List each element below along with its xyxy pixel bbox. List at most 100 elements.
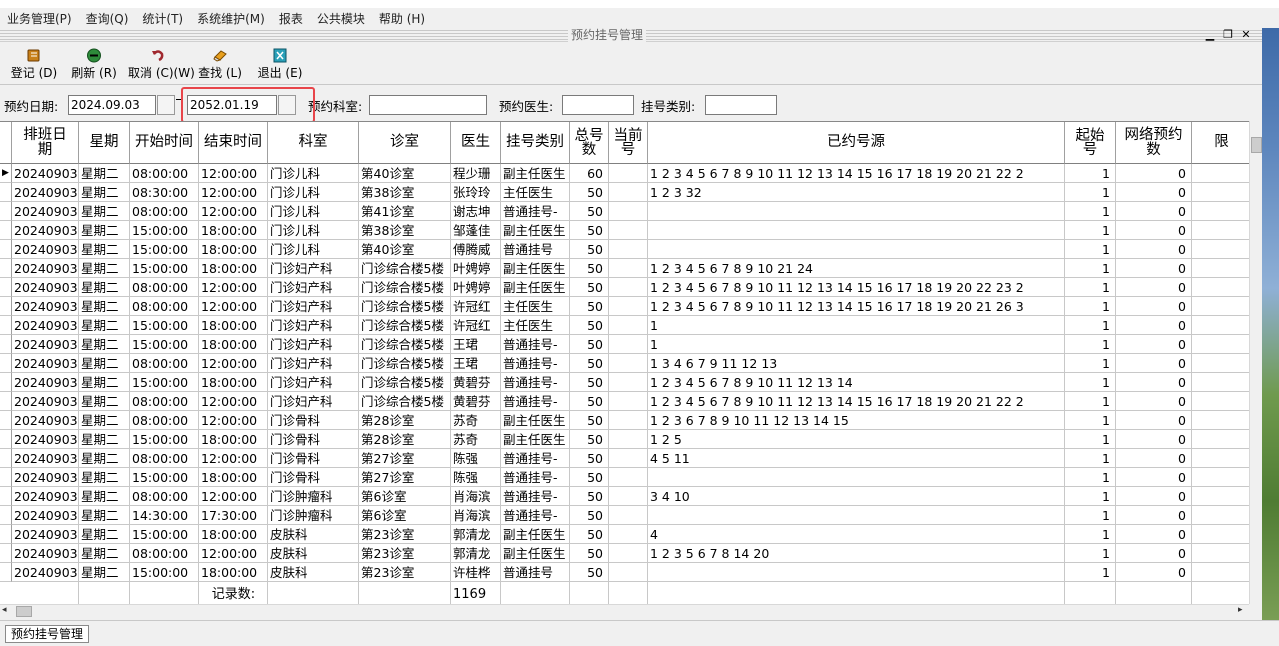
row-selector[interactable]: [0, 392, 12, 411]
scroll-right-arrow-icon[interactable]: ▸: [1238, 605, 1243, 615]
column-header[interactable]: 起始号: [1065, 122, 1116, 164]
menu-item-5[interactable]: 公共模块: [310, 10, 372, 27]
table-cell: [609, 392, 648, 411]
table-cell: 18:00:00: [199, 430, 268, 449]
menu-item-3[interactable]: 系统维护(M): [190, 10, 272, 27]
table-cell: 第27诊室: [359, 468, 451, 487]
table-cell: 门诊肿瘤科: [268, 506, 359, 525]
row-selector[interactable]: [0, 316, 12, 335]
table-cell: 普通挂号-: [501, 354, 570, 373]
table-cell: 0: [1116, 316, 1192, 335]
column-header[interactable]: 排班日期: [12, 122, 79, 164]
row-selector[interactable]: [0, 354, 12, 373]
table-cell: 星期二: [79, 316, 130, 335]
scroll-left-arrow-icon[interactable]: ◂: [2, 605, 7, 615]
row-selector[interactable]: [0, 202, 12, 221]
table-cell: 20240903: [12, 221, 79, 240]
toolbar-button-1[interactable]: 刷新 (R): [64, 46, 124, 84]
column-divider: [1064, 582, 1065, 604]
row-selector[interactable]: [0, 297, 12, 316]
toolbar-button-4[interactable]: 退出 (E): [250, 46, 310, 84]
row-selector[interactable]: [0, 221, 12, 240]
horizontal-scroll-thumb[interactable]: [16, 606, 32, 617]
row-selector[interactable]: [0, 278, 12, 297]
close-button[interactable]: ✕: [1239, 28, 1253, 42]
row-selector[interactable]: [0, 411, 12, 430]
row-selector[interactable]: [0, 544, 12, 563]
column-header[interactable]: 科室: [268, 122, 359, 164]
doctor-input[interactable]: [562, 95, 634, 115]
column-header[interactable]: 挂号类别: [501, 122, 570, 164]
table-cell: 20240903: [12, 297, 79, 316]
date-from-dropdown[interactable]: [157, 95, 175, 115]
toolbar-button-2[interactable]: 取消 (C)(W): [128, 46, 195, 84]
row-selector[interactable]: [0, 487, 12, 506]
row-selector[interactable]: [0, 335, 12, 354]
table-cell: 门诊综合楼5楼: [359, 354, 451, 373]
menu-item-1[interactable]: 查询(Q): [79, 10, 136, 27]
column-header-label: 起始号: [1075, 127, 1105, 158]
row-selector[interactable]: [0, 563, 12, 582]
tab-appointment-management[interactable]: 预约挂号管理: [5, 625, 90, 643]
row-selector[interactable]: ▶: [0, 164, 12, 183]
table-cell: 1: [1065, 525, 1116, 544]
table-cell: 50: [570, 316, 609, 335]
table-cell: [1192, 506, 1252, 525]
table-cell: 0: [1116, 354, 1192, 373]
horizontal-scrollbar[interactable]: ◂ ▸: [0, 604, 1249, 618]
table-cell: 陈强: [451, 449, 501, 468]
table-cell: 50: [570, 278, 609, 297]
table-cell: 0: [1116, 430, 1192, 449]
menu-item-2[interactable]: 统计(T): [135, 10, 190, 27]
column-header[interactable]: 总号数: [570, 122, 609, 164]
table-cell: 门诊综合楼5楼: [359, 297, 451, 316]
toolbar-button-3[interactable]: 查找 (L): [190, 46, 250, 84]
menu-item-4[interactable]: 报表: [272, 10, 310, 27]
date-from-input[interactable]: 2024.09.03: [68, 95, 156, 115]
column-header[interactable]: 星期: [79, 122, 130, 164]
table-cell: [1192, 335, 1252, 354]
restore-button[interactable]: ❐: [1221, 28, 1235, 42]
toolbar: 登记 (D) 刷新 (R) 取消 (C)(W) 查找 (L) 退出 (E): [0, 43, 1262, 85]
menu-item-0[interactable]: 业务管理(P): [0, 10, 79, 27]
minimize-button[interactable]: ▁: [1203, 28, 1217, 42]
row-selector[interactable]: [0, 183, 12, 202]
vertical-scroll-thumb[interactable]: [1251, 137, 1262, 153]
table-cell: [1192, 221, 1252, 240]
row-selector[interactable]: [0, 259, 12, 278]
table-cell: 15:00:00: [130, 525, 199, 544]
column-header[interactable]: 已约号源: [648, 122, 1065, 164]
row-selector[interactable]: [0, 449, 12, 468]
column-header-label: 当前号: [613, 127, 643, 158]
menu-item-6[interactable]: 帮助 (H): [372, 10, 432, 27]
table-cell: [1192, 278, 1252, 297]
column-header[interactable]: 开始时间: [130, 122, 199, 164]
column-header[interactable]: 医生: [451, 122, 501, 164]
table-cell: 1 2 3 4 5 6 7 8 9 10 11 12 13 14: [648, 373, 1065, 392]
row-selector[interactable]: [0, 506, 12, 525]
row-selector[interactable]: [0, 430, 12, 449]
table-cell: 20240903: [12, 411, 79, 430]
toolbar-button-0[interactable]: 登记 (D): [4, 46, 64, 84]
column-header[interactable]: 结束时间: [199, 122, 268, 164]
column-header[interactable]: 网络预约数: [1116, 122, 1192, 164]
table-cell: 王珺: [451, 335, 501, 354]
row-selector[interactable]: [0, 240, 12, 259]
type-input[interactable]: [705, 95, 777, 115]
date-label: 预约日期:: [4, 99, 59, 114]
row-selector[interactable]: [0, 373, 12, 392]
column-header[interactable]: 限: [1192, 122, 1252, 164]
table-cell: [609, 335, 648, 354]
dept-input[interactable]: [369, 95, 487, 115]
table-cell: 第6诊室: [359, 487, 451, 506]
vertical-scrollbar[interactable]: [1249, 121, 1262, 604]
table-cell: 门诊骨科: [268, 430, 359, 449]
data-grid[interactable]: 排班日期 星期 开始时间 结束时间 科室 诊室 医生 挂号类别 总号数 当前号 已约号源 起始号 网络预…: [0, 121, 1262, 604]
row-selector[interactable]: [0, 468, 12, 487]
table-cell: 20240903: [12, 278, 79, 297]
table-cell: 1 2 3 4 5 6 7 8 9 10 11 12 13 14 15 16 1…: [648, 392, 1065, 411]
column-header[interactable]: 当前号: [609, 122, 648, 164]
table-cell: 第23诊室: [359, 563, 451, 582]
row-selector[interactable]: [0, 525, 12, 544]
column-header[interactable]: 诊室: [359, 122, 451, 164]
